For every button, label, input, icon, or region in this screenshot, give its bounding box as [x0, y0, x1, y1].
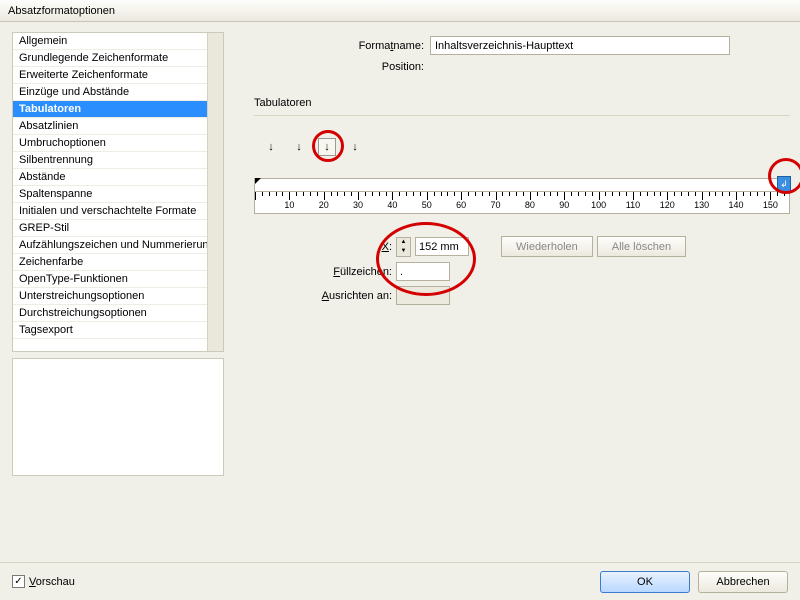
- checkbox-icon[interactable]: ✓: [12, 575, 25, 588]
- cancel-button[interactable]: Abbrechen: [698, 571, 788, 593]
- sidebar-item-abst-nde[interactable]: Abstände: [13, 169, 223, 186]
- sidebar-scrollbar[interactable]: [207, 33, 223, 351]
- ruler-label: 50: [422, 200, 432, 210]
- ok-button[interactable]: OK: [600, 571, 690, 593]
- ruler-label: 100: [591, 200, 606, 210]
- divider: [254, 115, 790, 116]
- ruler-label: 130: [694, 200, 709, 210]
- sidebar-item-opentype-funktionen[interactable]: OpenType-Funktionen: [13, 271, 223, 288]
- ruler-label: 20: [319, 200, 329, 210]
- tab-ruler[interactable]: ↲ 10 20 30 40 50 60 70 80 90 100 110 120 130 140 150: [254, 178, 790, 214]
- sidebar-item-tabulatoren[interactable]: Tabulatoren: [13, 101, 223, 118]
- ruler-label: 140: [729, 200, 744, 210]
- right-tab-marker[interactable]: ↲: [777, 176, 791, 193]
- sidebar-item-initialen-und-verschachtelte-formate[interactable]: Initialen und verschachtelte Formate: [13, 203, 223, 220]
- section-title-tabs: Tabulatoren: [254, 97, 790, 109]
- fillchar-label: Füllzeichen:: [314, 266, 392, 278]
- preview-checkbox[interactable]: ✓ Vorschau: [12, 575, 75, 588]
- fillchar-input[interactable]: [396, 262, 450, 281]
- sidebar-item-durchstreichungsoptionen[interactable]: Durchstreichungsoptionen: [13, 305, 223, 322]
- ruler-label: 40: [387, 200, 397, 210]
- dialog-footer: ✓ Vorschau OK Abbrechen: [0, 562, 800, 600]
- tab-alignment-icons: ↓ ↓ ↓ ↓: [262, 138, 790, 156]
- ruler-scale: 10 20 30 40 50 60 70 80 90 100 110 120 130 140 150: [254, 192, 790, 214]
- sidebar-item-allgemein[interactable]: Allgemein: [13, 33, 223, 50]
- sidebar-item-absatzlinien[interactable]: Absatzlinien: [13, 118, 223, 135]
- sidebar-item-grundlegende-zeichenformate[interactable]: Grundlegende Zeichenformate: [13, 50, 223, 67]
- clear-all-button[interactable]: Alle löschen: [597, 236, 686, 257]
- sidebar-item-tagsexport[interactable]: Tagsexport: [13, 322, 223, 339]
- formatname-label: Formatname:: [334, 40, 424, 52]
- window-titlebar: Absatzformatoptionen: [0, 0, 800, 22]
- ruler-strip[interactable]: ↲: [254, 178, 790, 192]
- alignat-input: [396, 286, 450, 305]
- sidebar-item-spaltenspanne[interactable]: Spaltenspanne: [13, 186, 223, 203]
- sidebar-item-umbruchoptionen[interactable]: Umbruchoptionen: [13, 135, 223, 152]
- sidebar-item-einz-ge-und-abst-nde[interactable]: Einzüge und Abstände: [13, 84, 223, 101]
- sidebar-item-zeichenfarbe[interactable]: Zeichenfarbe: [13, 254, 223, 271]
- sidebar-item-unterstreichungsoptionen[interactable]: Unterstreichungsoptionen: [13, 288, 223, 305]
- formatname-input[interactable]: [430, 36, 730, 55]
- sidebar: AllgemeinGrundlegende ZeichenformateErwe…: [0, 22, 232, 562]
- ruler-label: 150: [763, 200, 778, 210]
- ruler-label: 90: [559, 200, 569, 210]
- sidebar-item-erweiterte-zeichenformate[interactable]: Erweiterte Zeichenformate: [13, 67, 223, 84]
- sidebar-item-aufz-hlungszeichen-und-nummerierung[interactable]: Aufzählungszeichen und Nummerierung: [13, 237, 223, 254]
- tab-fields: X: ▲ ▼ Wiederholen Alle löschen Füllzeic…: [314, 236, 790, 305]
- preview-box: [12, 358, 224, 476]
- x-input[interactable]: [415, 237, 469, 256]
- sidebar-item-silbentrennung[interactable]: Silbentrennung: [13, 152, 223, 169]
- x-stepper[interactable]: ▲ ▼: [396, 237, 411, 257]
- alignat-label: Ausrichten an:: [314, 290, 392, 302]
- x-stepper-down[interactable]: ▼: [397, 247, 410, 256]
- sidebar-category-list[interactable]: AllgemeinGrundlegende ZeichenformateErwe…: [12, 32, 224, 352]
- ruler-label: 80: [525, 200, 535, 210]
- x-label: X:: [314, 241, 392, 253]
- ruler-label: 30: [353, 200, 363, 210]
- tab-center-icon[interactable]: ↓: [290, 138, 308, 156]
- position-label: Position:: [334, 61, 424, 73]
- window-title: Absatzformatoptionen: [8, 5, 115, 17]
- ruler-label: 110: [626, 200, 640, 210]
- ruler-label: 60: [456, 200, 466, 210]
- tab-left-icon[interactable]: ↓: [262, 138, 280, 156]
- indent-marker-icon[interactable]: [255, 178, 261, 184]
- x-stepper-up[interactable]: ▲: [397, 238, 410, 247]
- annotation-circle-fields: [376, 222, 476, 296]
- main-panel: Formatname: Position: Tabulatoren ↓ ↓ ↓ …: [232, 22, 800, 562]
- sidebar-item-grep-stil[interactable]: GREP-Stil: [13, 220, 223, 237]
- tab-decimal-icon[interactable]: ↓: [346, 138, 364, 156]
- ruler-label: 10: [284, 200, 294, 210]
- ruler-label: 120: [660, 200, 675, 210]
- preview-label: Vorschau: [29, 576, 75, 588]
- repeat-button[interactable]: Wiederholen: [501, 236, 593, 257]
- ruler-label: 70: [490, 200, 500, 210]
- tab-right-icon[interactable]: ↓: [318, 138, 336, 156]
